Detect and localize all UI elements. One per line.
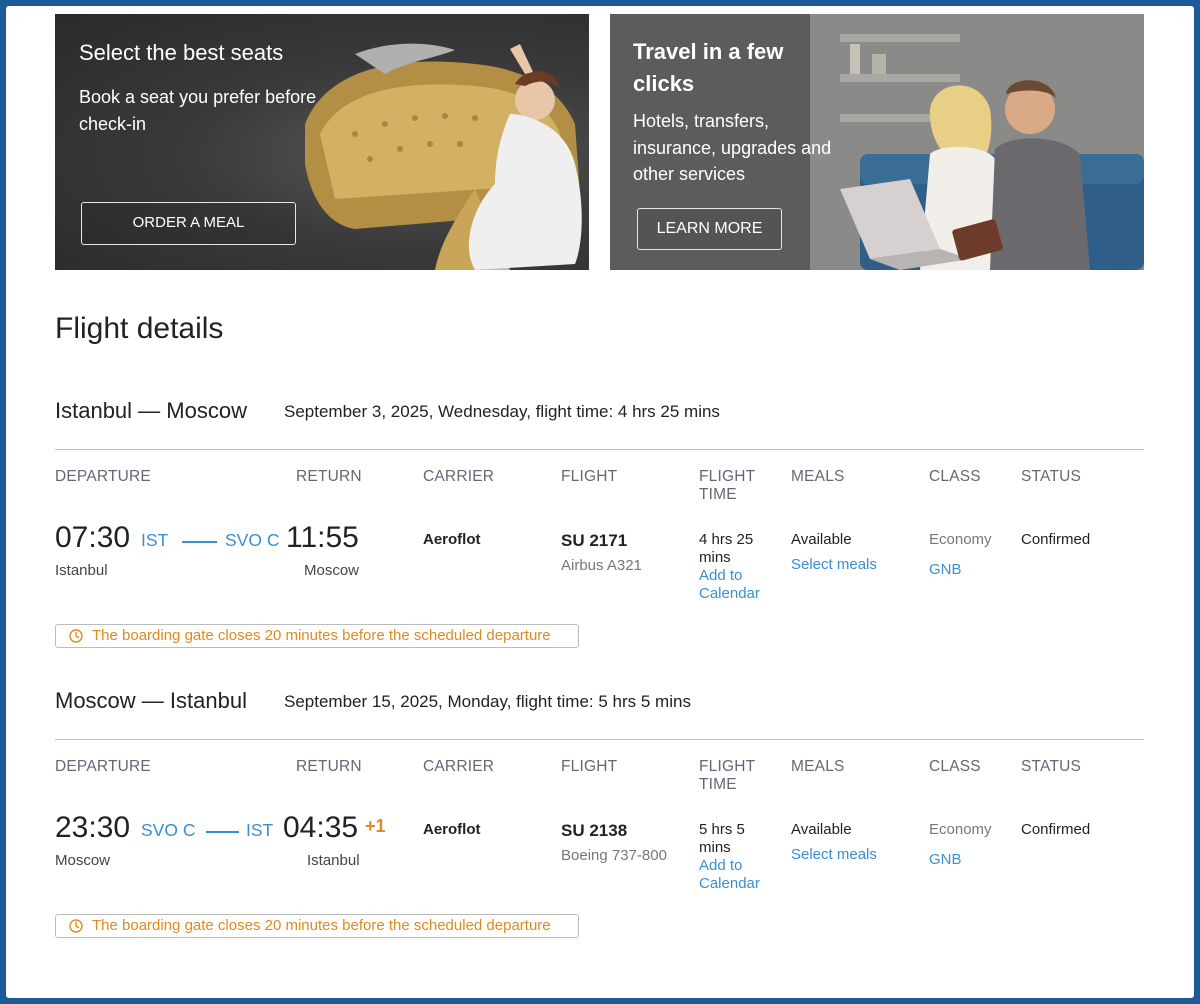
departure-airport-code: IST: [141, 530, 169, 550]
banner-travel-title: Travel in a few clicks: [633, 39, 784, 96]
meals-status: Available: [791, 821, 852, 838]
col-departure: DEPARTURE: [55, 468, 151, 485]
departure-airport-code: SVO C: [141, 820, 196, 840]
banner-seats-title: Select the best seats: [79, 40, 284, 65]
segment-route: Istanbul — Moscow: [55, 398, 247, 423]
col-meals: MEALS: [791, 468, 845, 485]
col-status: STATUS: [1021, 468, 1082, 485]
route-line: [182, 541, 217, 543]
fare-class: Economy: [929, 821, 992, 838]
banner-travel-text: Hotels, transfers, insurance, upgrades a…: [633, 111, 832, 184]
booking-status: Confirmed: [1021, 531, 1091, 548]
page-title: Flight details: [55, 312, 224, 345]
order-meal-button[interactable]: ORDER A MEAL: [81, 202, 296, 245]
learn-more-button[interactable]: LEARN MORE: [637, 208, 782, 250]
fare-class: Economy: [929, 531, 992, 548]
col-carrier: CARRIER: [423, 468, 495, 485]
segment-route: Moscow — Istanbul: [55, 688, 247, 713]
col-departure: DEPARTURE: [55, 758, 151, 775]
route-line: [206, 831, 239, 833]
segment-info: September 3, 2025, Wednesday, flight tim…: [284, 402, 720, 421]
col-class: CLASS: [929, 468, 981, 485]
arrival-airport-code: IST: [246, 820, 274, 840]
col-meals: MEALS: [791, 758, 845, 775]
col-class: CLASS: [929, 758, 981, 775]
segment-divider: [55, 449, 1144, 450]
col-flight: FLIGHT: [561, 758, 618, 775]
boarding-notice: The boarding gate closes 20 minutes befo…: [55, 624, 579, 648]
banner-seats: Select the best seats Book a seat you pr…: [55, 14, 589, 270]
aircraft-type: Boeing 737-800: [561, 847, 667, 864]
banner-seats-text: Book a seat you prefer before check-in: [79, 87, 317, 134]
arrival-airport-code: SVO C: [225, 530, 280, 550]
clock-icon: [69, 919, 83, 933]
flight-segment-return: Moscow — Istanbul September 15, 2025, Mo…: [55, 688, 1144, 940]
next-day-badge: +1: [365, 816, 386, 836]
boarding-notice: The boarding gate closes 20 minutes befo…: [55, 914, 579, 938]
flight-duration: 5 hrs 5 mins: [699, 821, 745, 856]
select-meals-link[interactable]: Select meals: [791, 846, 877, 864]
col-return: RETURN: [296, 468, 362, 485]
meals-status: Available: [791, 531, 852, 548]
boarding-notice-text: The boarding gate closes 20 minutes befo…: [92, 627, 551, 644]
aircraft-type: Airbus A321: [561, 557, 642, 574]
carrier-name: Aeroflot: [423, 531, 481, 548]
flight-segment-outbound: Istanbul — Moscow September 3, 2025, Wed…: [55, 398, 1144, 650]
segment-divider: [55, 739, 1144, 740]
flight-number: SU 2138: [561, 821, 628, 840]
arrival-time: 11:55: [286, 521, 359, 554]
departure-city: Moscow: [55, 852, 111, 869]
select-meals-link[interactable]: Select meals: [791, 556, 877, 574]
col-carrier: CARRIER: [423, 758, 495, 775]
segment-info: September 15, 2025, Monday, flight time:…: [284, 692, 691, 711]
clock-icon: [69, 629, 83, 643]
add-to-calendar-link[interactable]: Add to Calendar: [699, 567, 769, 603]
page-frame: Select the best seats Book a seat you pr…: [6, 6, 1194, 998]
col-flight-time: FLIGHT TIME: [699, 758, 756, 793]
arrival-time: 04:35: [283, 811, 359, 844]
boarding-notice-text: The boarding gate closes 20 minutes befo…: [92, 917, 551, 934]
arrival-city: Istanbul: [307, 852, 360, 869]
add-to-calendar-link[interactable]: Add to Calendar: [699, 857, 769, 893]
booking-status: Confirmed: [1021, 821, 1091, 838]
flight-duration: 4 hrs 25 mins: [699, 531, 754, 566]
departure-time: 07:30: [55, 521, 131, 554]
fare-code-link[interactable]: GNB: [929, 851, 962, 869]
banner-travel: Travel in a few clicks Hotels, transfers…: [610, 14, 1144, 270]
fare-code-link[interactable]: GNB: [929, 561, 962, 579]
departure-time: 23:30: [55, 811, 131, 844]
arrival-city: Moscow: [304, 562, 360, 579]
departure-city: Istanbul: [55, 562, 108, 579]
col-flight-time: FLIGHT TIME: [699, 468, 756, 503]
col-status: STATUS: [1021, 758, 1082, 775]
col-flight: FLIGHT: [561, 468, 618, 485]
col-return: RETURN: [296, 758, 362, 775]
flight-number: SU 2171: [561, 531, 628, 550]
carrier-name: Aeroflot: [423, 821, 481, 838]
